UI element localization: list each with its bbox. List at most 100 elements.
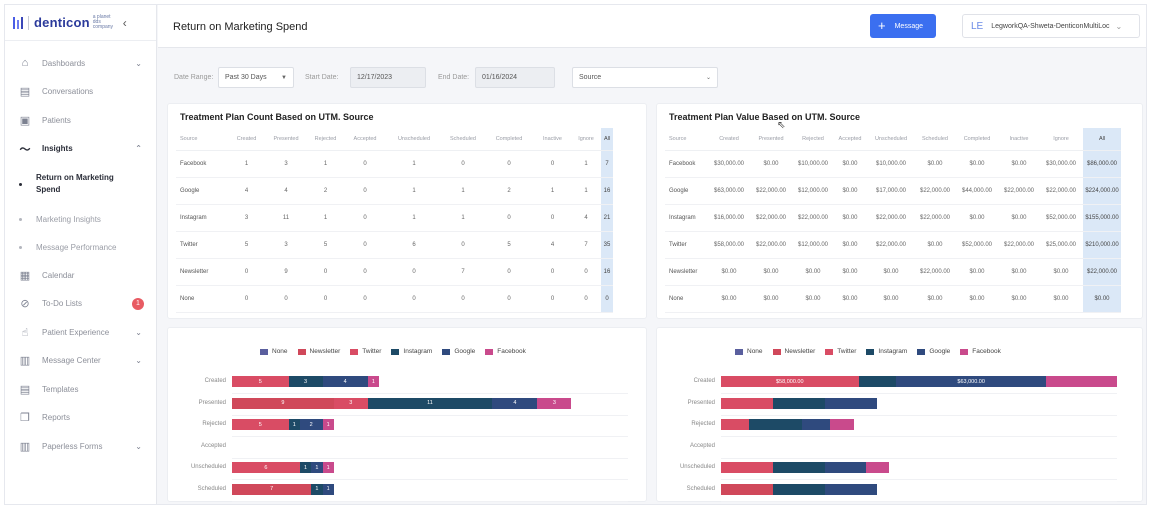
bar-segment-google[interactable]: 1 (322, 483, 334, 495)
bar-segment-google[interactable] (801, 419, 831, 430)
legend-item[interactable]: None (260, 348, 288, 355)
column-header[interactable]: Completed (955, 128, 999, 151)
bar-segment-google[interactable] (825, 397, 878, 409)
bar-segment-twitter[interactable]: 3 (333, 397, 368, 409)
legend-item[interactable]: None (735, 348, 763, 355)
column-header[interactable]: Presented (265, 128, 307, 151)
bar-segment-instagram[interactable] (773, 462, 826, 473)
column-header[interactable]: Ignore (571, 128, 601, 151)
column-header[interactable]: Accepted (344, 128, 386, 151)
legend-item[interactable]: Google (917, 348, 950, 355)
value-cell: 4 (265, 177, 307, 205)
sidebar-subitem-return-on-marketing-spend[interactable]: Return on Marketing Spend (5, 163, 156, 205)
column-header[interactable]: Unscheduled (867, 128, 915, 151)
bar-segment-newsletter[interactable]: 9 (232, 397, 334, 409)
bar-segment-facebook[interactable]: 1 (367, 376, 380, 387)
bar-segment-google[interactable]: 4 (492, 397, 538, 409)
sidebar-item-patients[interactable]: ▣ Patients (5, 106, 156, 135)
bar-segment-twitter[interactable] (721, 397, 774, 409)
legend-swatch (297, 348, 306, 355)
legend-item[interactable]: Facebook (485, 348, 526, 355)
bar-segment-twitter[interactable]: 5 (232, 419, 289, 430)
legend-item[interactable]: Twitter (825, 348, 856, 355)
legend-item[interactable]: Instagram (866, 348, 907, 355)
sidebar-item-insights[interactable]: 〜 Insights ⌃ (5, 135, 156, 164)
brand-tagline: a planet dds company (92, 14, 114, 30)
bar-segment-instagram[interactable]: 1 (311, 483, 323, 495)
source-select[interactable]: Source ⌄ (572, 67, 718, 88)
bar-segment-twitter[interactable] (721, 419, 750, 430)
legend-item[interactable]: Newsletter (297, 348, 340, 355)
sidebar-item-templates[interactable]: ▤ Templates (5, 375, 156, 404)
bar-segment-instagram[interactable] (773, 483, 826, 495)
column-header[interactable]: Scheduled (915, 128, 955, 151)
bar-segment-instagram[interactable]: 3 (288, 376, 323, 387)
bar-segment-newsletter[interactable] (721, 483, 774, 495)
bar-segment-instagram[interactable] (773, 397, 826, 409)
bar-segment-facebook[interactable] (1045, 376, 1117, 387)
legend-item[interactable]: Google (442, 348, 475, 355)
start-date-field[interactable]: 12/17/2023 (350, 67, 426, 88)
legend-item[interactable]: Newsletter (772, 348, 815, 355)
value-cell: $0.00 (833, 285, 867, 313)
column-header[interactable]: Rejected (793, 128, 833, 151)
count-table-card: Treatment Plan Count Based on UTM. Sourc… (167, 103, 647, 319)
bar-segment-instagram[interactable] (749, 419, 802, 430)
column-header[interactable]: Scheduled (442, 128, 484, 151)
sidebar-item-label: Paperless Forms (42, 441, 103, 451)
column-header[interactable]: All (1083, 128, 1121, 151)
message-button[interactable]: + Message (870, 14, 936, 38)
column-header[interactable]: Created (709, 128, 749, 151)
legend-item[interactable]: Twitter (350, 348, 381, 355)
bar-segment-instagram[interactable]: 1 (299, 462, 312, 473)
bar-segment-google[interactable]: $63,000.00 (896, 376, 1046, 387)
bar-segment-facebook[interactable]: 1 (322, 419, 334, 430)
thumbs-up-icon: ☝ (21, 326, 29, 339)
column-header[interactable]: Presented (749, 128, 793, 151)
column-header[interactable]: Unscheduled (386, 128, 442, 151)
bar-segment-instagram[interactable] (858, 376, 897, 387)
column-header[interactable]: Inactive (999, 128, 1039, 151)
sidebar-subitem-message-performance[interactable]: Message Performance (5, 233, 156, 261)
sidebar-item-message-center[interactable]: ▥ Message Center ⌄ (5, 347, 156, 376)
bar-segment-twitter[interactable]: 6 (232, 462, 300, 473)
date-range-select[interactable]: Past 30 Days ▼ (218, 67, 294, 88)
column-header[interactable]: Inactive (534, 128, 571, 151)
sidebar-item-conversations[interactable]: ▤ Conversations (5, 78, 156, 107)
sidebar-item-todo-lists[interactable]: ⊘ To-Do Lists 1 (5, 290, 156, 319)
collapse-sidebar-icon[interactable]: ‹ (123, 16, 127, 30)
bar-segment-twitter[interactable] (721, 462, 774, 473)
column-header[interactable]: Created (228, 128, 265, 151)
bar-segment-newsletter[interactable]: 7 (232, 483, 312, 495)
bar-segment-google[interactable]: 1 (311, 462, 323, 473)
legend-item[interactable]: Facebook (960, 348, 1001, 355)
column-header[interactable]: Rejected (307, 128, 344, 151)
bar-segment-facebook[interactable] (865, 462, 890, 473)
bar-segment-google[interactable] (825, 462, 866, 473)
user-selector[interactable]: LE LegworkQA-Shweta-DenticonMultiLoc ⌄ (962, 14, 1140, 38)
column-header[interactable]: All (601, 128, 613, 151)
column-header[interactable]: Accepted (833, 128, 867, 151)
bar-segment-google[interactable]: 2 (299, 419, 323, 430)
column-header[interactable]: Source (176, 128, 228, 151)
bar-segment-facebook[interactable]: 3 (537, 397, 572, 409)
sidebar-item-calendar[interactable]: ▦ Calendar (5, 261, 156, 290)
bar-segment-instagram[interactable]: 11 (367, 397, 493, 409)
sidebar-item-reports[interactable]: ❐ Reports (5, 404, 156, 433)
sidebar-subitem-marketing-insights[interactable]: Marketing Insights (5, 205, 156, 233)
column-header[interactable]: Ignore (1039, 128, 1083, 151)
end-date-field[interactable]: 01/16/2024 (475, 67, 555, 88)
sidebar-item-paperless-forms[interactable]: ▥ Paperless Forms ⌄ (5, 432, 156, 461)
bar-segment-facebook[interactable] (830, 419, 854, 430)
bar-segment-twitter[interactable]: $58,000.00 (721, 376, 859, 387)
legend-item[interactable]: Instagram (391, 348, 432, 355)
bar-segment-twitter[interactable]: 5 (232, 376, 289, 387)
bar-segment-google[interactable] (825, 483, 878, 495)
bar-segment-google[interactable]: 4 (322, 376, 368, 387)
column-header[interactable]: Source (665, 128, 709, 151)
bar-segment-facebook[interactable]: 1 (322, 462, 334, 473)
sidebar-item-patient-experience[interactable]: ☝ Patient Experience ⌄ (5, 318, 156, 347)
bar-segment-instagram[interactable]: 1 (288, 419, 300, 430)
column-header[interactable]: Completed (484, 128, 534, 151)
sidebar-item-dashboards[interactable]: ⌂ Dashboards ⌄ (5, 49, 156, 78)
